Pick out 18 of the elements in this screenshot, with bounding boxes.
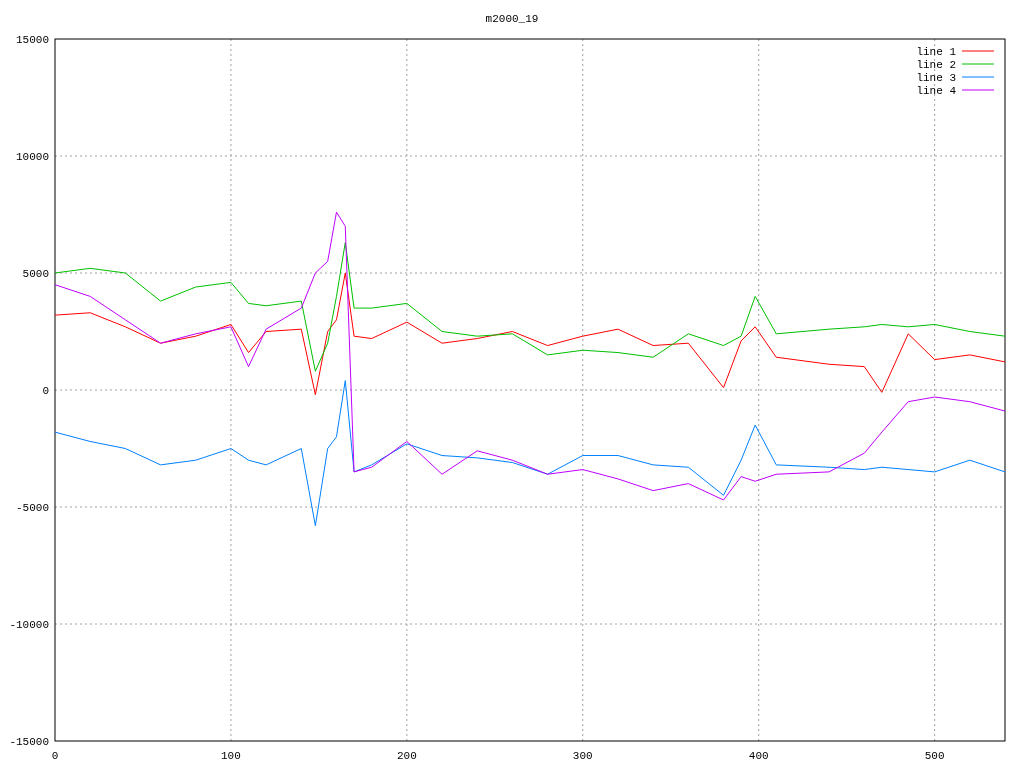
- x-tick-label: 100: [221, 750, 241, 762]
- y-tick-label: 5000: [22, 268, 49, 280]
- y-tick-label: -5000: [16, 502, 49, 514]
- y-tick-label: -10000: [9, 619, 49, 631]
- x-tick-label: 500: [924, 750, 945, 762]
- legend-label: line 1: [916, 46, 956, 58]
- x-tick-label: 0: [51, 750, 59, 762]
- y-tick-label: -15000: [9, 736, 49, 748]
- y-tick-label: 0: [42, 385, 49, 397]
- y-tick-label: 10000: [16, 151, 49, 163]
- legend-label: line 3: [916, 72, 956, 84]
- x-tick-label: 300: [572, 750, 593, 762]
- y-tick-label: 15000: [16, 34, 49, 46]
- chart-title: m2000_19: [485, 13, 539, 25]
- x-tick-label: 200: [396, 750, 417, 762]
- legend-label: line 4: [916, 85, 956, 97]
- legend-label: line 2: [916, 59, 956, 71]
- x-tick-label: 400: [748, 750, 769, 762]
